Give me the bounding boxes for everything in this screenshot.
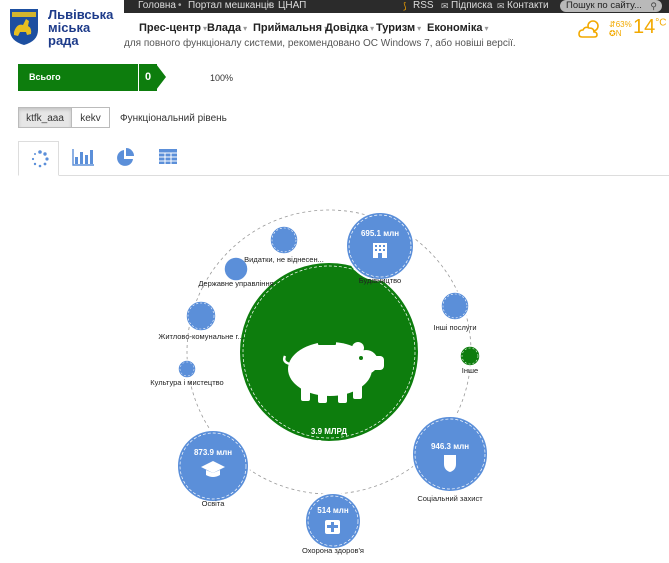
bubble-zhytlovo-komunalne[interactable]: Житлово-комунальне г... bbox=[158, 300, 244, 341]
center-bubble-total[interactable]: 3.9 МЛРД Всього bbox=[238, 261, 420, 447]
bubble-label: Соціальний захист bbox=[417, 494, 483, 503]
arrow-right-icon bbox=[156, 64, 166, 90]
weather-details: ⇵63% ✪N bbox=[609, 20, 632, 38]
pie-chart-icon bbox=[117, 148, 134, 166]
kekv-button[interactable]: kekv bbox=[71, 107, 110, 128]
compass-icon: ✪ bbox=[609, 29, 616, 38]
chevron-down-icon: ▾ bbox=[370, 24, 375, 33]
logo-line: рада bbox=[48, 33, 79, 48]
bubble-value: 514 млн bbox=[317, 506, 349, 515]
center-label: Всього bbox=[317, 438, 341, 447]
building-icon bbox=[373, 243, 387, 258]
bubble-label: Житлово-комунальне г... bbox=[158, 332, 243, 341]
nav-label: Прес-центр bbox=[139, 22, 202, 34]
breadcrumb-total[interactable]: Всього 0 bbox=[18, 64, 166, 91]
bubble-label: Будівництво bbox=[359, 276, 401, 285]
coat-of-arms-icon bbox=[10, 9, 38, 45]
link-contacts[interactable]: Контакти bbox=[507, 0, 549, 12]
bubble-inshe[interactable]: Інше bbox=[459, 345, 481, 375]
nav-item-ekonomika[interactable]: Економіка ▾ bbox=[427, 22, 488, 34]
tab-bubbles[interactable] bbox=[18, 141, 59, 176]
nav-item-turyzm[interactable]: Туризм ▾ bbox=[376, 22, 421, 34]
bubble-chart: 3.9 МЛРД Всього 695.1 млн Будівництво Ін… bbox=[150, 209, 489, 555]
total-count: 0 bbox=[138, 64, 157, 91]
ktfk-aaa-button[interactable]: ktfk_aaa bbox=[18, 107, 72, 128]
nav-item-pryimalnia[interactable]: Приймальня ▾ bbox=[253, 22, 328, 34]
center-value: 3.9 МЛРД bbox=[311, 427, 347, 436]
bubble-vydatky[interactable]: Видатки, не віднесен... bbox=[244, 225, 324, 264]
temperature: 14°C bbox=[633, 16, 666, 39]
bubble-osvita[interactable]: 873.9 млн Освіта bbox=[176, 429, 250, 508]
nav-label: Приймальня bbox=[253, 22, 323, 34]
logo-text: Львівська міська рада bbox=[48, 8, 113, 47]
tab-bar[interactable] bbox=[61, 141, 102, 175]
plus-icon bbox=[325, 520, 340, 534]
link-home[interactable]: Головна bbox=[138, 0, 176, 12]
functional-level-label: Функціональний рівень bbox=[120, 113, 227, 124]
bubble-okhorona-zdorovia[interactable]: 514 млн Охорона здоров'я bbox=[302, 492, 364, 555]
browser-notice: для повного функціоналу системи, рекомен… bbox=[124, 38, 516, 49]
bubble-label: Культура і мистецтво bbox=[150, 378, 223, 387]
separator-dot: • bbox=[178, 0, 182, 11]
bubble-inshi-posluhy[interactable]: Інші послуги bbox=[433, 291, 477, 332]
bubble-label: Державне управління bbox=[198, 279, 273, 288]
temperature-value: 14 bbox=[633, 16, 656, 38]
link-subscribe[interactable]: Підписка bbox=[451, 0, 492, 12]
search-icon[interactable]: ⚲ bbox=[650, 0, 657, 12]
bubble-label: Інше bbox=[462, 366, 478, 375]
search-input[interactable]: Пошук по сайту... ⚲ bbox=[560, 0, 662, 12]
bubble-label: Освіта bbox=[202, 499, 226, 508]
bubble-value: 873.9 млн bbox=[194, 448, 232, 457]
humidity-icon: ⇵ bbox=[609, 20, 616, 29]
bubble-value: 695.1 млн bbox=[361, 229, 399, 238]
link-rss[interactable]: RSS bbox=[413, 0, 434, 12]
temperature-unit: °C bbox=[655, 17, 667, 29]
tab-pie[interactable] bbox=[104, 141, 145, 175]
nav-item-dovidka[interactable]: Довідка ▾ bbox=[325, 22, 374, 34]
search-placeholder: Пошук по сайту... bbox=[566, 0, 642, 11]
bubble-sotsialnyi-zakhyst[interactable]: 946.3 млн Соціальний захист bbox=[411, 415, 489, 503]
humidity-value: 63% bbox=[615, 20, 632, 29]
nav-label: Туризм bbox=[376, 22, 416, 34]
mail-icon: ✉ bbox=[441, 1, 449, 11]
link-portal[interactable]: Портал мешканців bbox=[188, 0, 274, 12]
separator-dot: • bbox=[268, 0, 272, 11]
wind-direction: N bbox=[615, 29, 622, 38]
view-tabs bbox=[18, 141, 669, 176]
bubble-label: Видатки, не віднесен... bbox=[244, 255, 324, 264]
rss-icon: ⟆ bbox=[403, 1, 407, 11]
link-cnap[interactable]: ЦНАП bbox=[278, 0, 306, 12]
bar-chart-icon bbox=[72, 149, 94, 166]
nav-item-press[interactable]: Прес-центр ▾ bbox=[139, 22, 207, 34]
nav-label: Економіка bbox=[427, 22, 483, 34]
cloud-sun-icon bbox=[578, 20, 599, 38]
nav-label: Влада bbox=[207, 22, 242, 34]
weather-widget: ⇵63% ✪N 14°C bbox=[578, 16, 668, 42]
mail-icon: ✉ bbox=[497, 1, 505, 11]
chevron-down-icon: ▾ bbox=[243, 24, 248, 33]
bubble-kultura[interactable]: Культура і мистецтво bbox=[150, 359, 224, 387]
site-logo[interactable]: Львівська міська рада bbox=[0, 0, 124, 56]
bubbles-icon bbox=[31, 150, 49, 168]
chevron-down-icon: ▾ bbox=[484, 24, 489, 33]
bubble-label: Інші послуги bbox=[433, 323, 476, 332]
total-label: Всього bbox=[18, 64, 138, 91]
table-icon bbox=[159, 149, 177, 164]
total-percent: 100% bbox=[210, 73, 234, 83]
nav-label: Довідка bbox=[325, 22, 369, 34]
bubble-label: Охорона здоров'я bbox=[302, 546, 364, 555]
nav-item-vlada[interactable]: Влада ▾ bbox=[207, 22, 247, 34]
bubble-value: 946.3 млн bbox=[431, 442, 469, 451]
tab-table[interactable] bbox=[147, 141, 188, 175]
chevron-down-icon: ▾ bbox=[417, 24, 422, 33]
